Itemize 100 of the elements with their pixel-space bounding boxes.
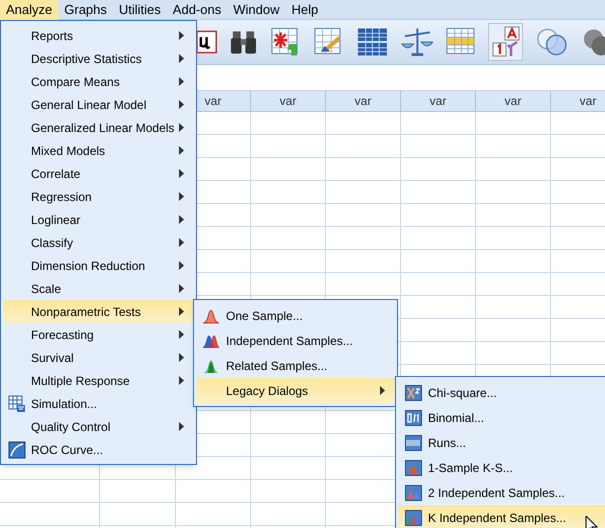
grid-cell[interactable] bbox=[251, 503, 326, 526]
grid-cell[interactable] bbox=[251, 411, 326, 434]
menu-item[interactable]: Compare Means bbox=[3, 70, 194, 93]
column-header[interactable]: var bbox=[251, 91, 326, 112]
menu-item-label: Chi-square... bbox=[428, 384, 497, 402]
grid-cell[interactable] bbox=[251, 480, 326, 503]
grid-cell[interactable] bbox=[401, 204, 476, 227]
grid-cell[interactable] bbox=[100, 503, 176, 526]
grid-cell[interactable] bbox=[476, 112, 551, 135]
grid-cell[interactable] bbox=[326, 112, 401, 135]
menu-item[interactable]: Nonparametric Tests bbox=[3, 300, 194, 323]
column-header[interactable]: var bbox=[401, 91, 476, 112]
grid-cell[interactable] bbox=[251, 457, 326, 480]
grid-cell[interactable] bbox=[401, 227, 476, 250]
menu-item[interactable]: Mixed Models bbox=[3, 139, 194, 162]
menu-item[interactable]: Chi-square... bbox=[398, 380, 605, 405]
grid-cell[interactable] bbox=[251, 181, 326, 204]
grid-cell[interactable] bbox=[251, 273, 326, 296]
menu-item[interactable]: 1-Sample K-S... bbox=[398, 455, 605, 480]
grid-cell[interactable] bbox=[401, 342, 476, 365]
grid-cell[interactable] bbox=[476, 135, 551, 158]
grid-cell[interactable] bbox=[0, 480, 100, 503]
menu-item[interactable]: K Independent Samples... bbox=[398, 505, 605, 528]
grid-cell[interactable] bbox=[0, 503, 100, 526]
menu-item[interactable]: Reports bbox=[3, 24, 194, 47]
grid-cell[interactable] bbox=[326, 227, 401, 250]
grid-cell[interactable] bbox=[476, 181, 551, 204]
submenu-arrow-icon bbox=[179, 422, 184, 431]
menu-item[interactable]: Scale bbox=[3, 277, 194, 300]
grid-cell[interactable] bbox=[326, 250, 401, 273]
grid-cell[interactable] bbox=[326, 181, 401, 204]
menu-bar-item[interactable]: Help bbox=[285, 0, 324, 20]
grid-cell[interactable] bbox=[476, 296, 551, 319]
menu-item[interactable]: Multiple Response bbox=[3, 369, 194, 392]
value-labels-button[interactable] bbox=[488, 23, 524, 61]
grid-cell[interactable] bbox=[251, 227, 326, 250]
grid-cell[interactable] bbox=[251, 250, 326, 273]
grid-cell[interactable] bbox=[251, 204, 326, 227]
column-header[interactable]: var bbox=[551, 91, 605, 112]
grid-cell[interactable] bbox=[176, 480, 251, 503]
menu-item[interactable]: One Sample... bbox=[196, 303, 395, 328]
grid-cell[interactable] bbox=[476, 158, 551, 181]
column-header[interactable]: var bbox=[326, 91, 401, 112]
grid-cell[interactable] bbox=[326, 158, 401, 181]
menu-item[interactable]: Runs... bbox=[398, 430, 605, 455]
menu-item[interactable]: ROC Curve... bbox=[3, 438, 194, 461]
balance-scale-icon[interactable] bbox=[400, 26, 434, 58]
menu-item[interactable]: Independent Samples... bbox=[196, 328, 395, 353]
menu-item[interactable]: Binomial... bbox=[398, 405, 605, 430]
menu-item-label: Dimension Reduction bbox=[31, 258, 146, 274]
grid-cell[interactable] bbox=[326, 135, 401, 158]
menu-item[interactable]: Loglinear bbox=[3, 208, 194, 231]
grid-cell[interactable] bbox=[401, 319, 476, 342]
menu-bar-item[interactable]: Analyze bbox=[0, 0, 58, 20]
grid-cell[interactable] bbox=[476, 204, 551, 227]
split-table-icon[interactable] bbox=[356, 26, 389, 58]
grid-cell[interactable] bbox=[251, 135, 326, 158]
grid-cell[interactable] bbox=[476, 273, 551, 296]
grid-cell[interactable] bbox=[251, 434, 326, 457]
mouse-pointer-icon bbox=[585, 516, 598, 528]
grid-cell[interactable] bbox=[476, 342, 551, 365]
grid-cell[interactable] bbox=[476, 319, 551, 342]
grid-cell[interactable] bbox=[176, 503, 251, 526]
grid-cell[interactable] bbox=[401, 158, 476, 181]
grid-cell[interactable] bbox=[251, 112, 326, 135]
grid-cell[interactable] bbox=[476, 227, 551, 250]
submenu-arrow-icon bbox=[179, 353, 184, 362]
menu-bar-item[interactable]: Graphs bbox=[58, 0, 113, 20]
menu-item[interactable]: Descriptive Statistics bbox=[3, 47, 194, 70]
menu-item[interactable]: Forecasting bbox=[3, 323, 194, 346]
menu-item[interactable]: Simulation... bbox=[3, 392, 194, 415]
submenu-arrow-icon bbox=[179, 330, 184, 339]
grid-cell[interactable] bbox=[100, 480, 176, 503]
grid-cell[interactable] bbox=[401, 181, 476, 204]
grid-cell[interactable] bbox=[401, 135, 476, 158]
grid-cell[interactable] bbox=[476, 250, 551, 273]
overlapping-curves-icon bbox=[201, 332, 221, 348]
menu-bar-item[interactable]: Add-ons bbox=[166, 0, 228, 20]
menu-item[interactable]: Correlate bbox=[3, 162, 194, 185]
menu-item[interactable]: Dimension Reduction bbox=[3, 254, 194, 277]
grid-cell[interactable] bbox=[326, 204, 401, 227]
menu-item[interactable]: Related Samples... bbox=[196, 353, 395, 378]
chi-square-icon bbox=[404, 384, 422, 400]
menu-item[interactable]: Regression bbox=[3, 185, 194, 208]
grid-cell[interactable] bbox=[326, 273, 401, 296]
column-header[interactable]: var bbox=[476, 91, 551, 112]
menu-item[interactable]: Generalized Linear Models bbox=[3, 116, 194, 139]
menu-bar-item[interactable]: Utilities bbox=[112, 0, 167, 20]
grid-cell[interactable] bbox=[401, 273, 476, 296]
menu-item[interactable]: Quality Control bbox=[3, 415, 194, 438]
grid-cell[interactable] bbox=[401, 250, 476, 273]
sigma-icon[interactable] bbox=[196, 29, 218, 55]
menu-bar-item[interactable]: Window bbox=[227, 0, 286, 20]
menu-item[interactable]: 2 Independent Samples... bbox=[398, 480, 605, 505]
menu-item[interactable]: Survival bbox=[3, 346, 194, 369]
grid-cell[interactable] bbox=[401, 296, 476, 319]
menu-item[interactable]: Classify bbox=[3, 231, 194, 254]
menu-item[interactable]: Legacy Dialogs bbox=[196, 378, 395, 403]
grid-cell[interactable] bbox=[401, 112, 476, 135]
grid-cell[interactable] bbox=[251, 158, 326, 181]
